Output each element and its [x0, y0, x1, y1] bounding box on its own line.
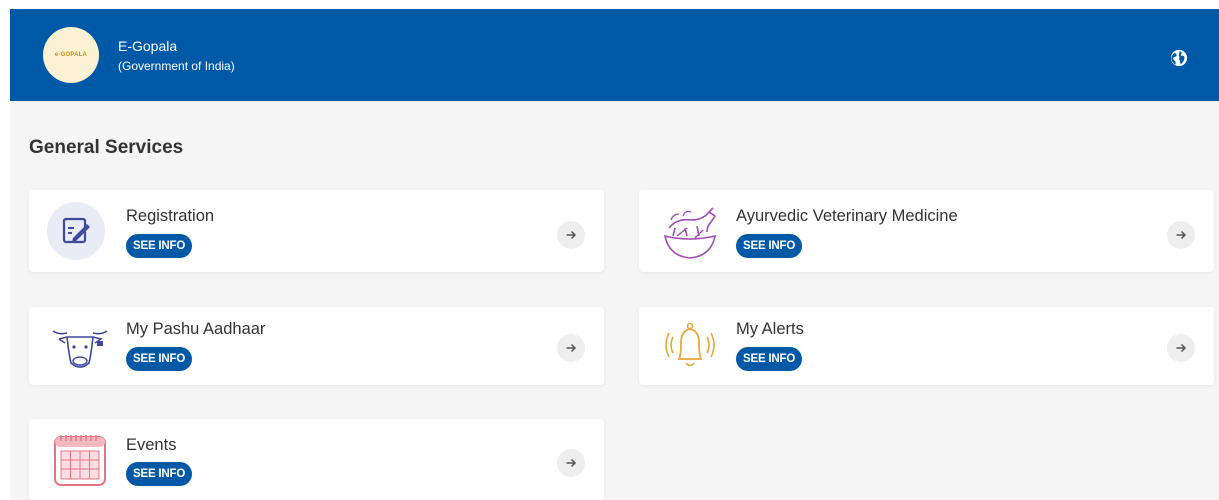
e-gopala-logo[interactable]: e-GOPALA — [43, 27, 99, 83]
see-info-button[interactable]: SEE INFO — [126, 234, 193, 258]
arrow-right-icon — [1176, 230, 1187, 240]
arrow-right-icon — [1176, 343, 1187, 353]
card-title-my-pashu-aadhaar: My Pashu Aadhaar — [126, 320, 266, 338]
calendar-icon — [54, 435, 106, 486]
card-ayurvedic-veterinary-medicine[interactable]: Ayurvedic Veterinary Medicine SEE INFO — [639, 190, 1214, 272]
arrow-button[interactable] — [1167, 221, 1195, 249]
app-root: e-GOPALA E-Gopala (Government of India) … — [10, 9, 1219, 500]
logo-text: e-GOPALA — [54, 52, 88, 58]
arrow-right-icon — [566, 343, 577, 353]
globe-icon[interactable] — [1170, 49, 1188, 67]
bell-icon — [665, 322, 715, 367]
arrow-button[interactable] — [1167, 334, 1195, 362]
app-header: e-GOPALA E-Gopala (Government of India) — [10, 9, 1219, 101]
card-events[interactable]: Events SEE INFO — [29, 419, 604, 500]
see-info-button[interactable]: SEE INFO — [126, 462, 193, 486]
card-my-pashu-aadhaar[interactable]: My Pashu Aadhaar SEE INFO — [29, 307, 604, 385]
card-title-ayurvedic: Ayurvedic Veterinary Medicine — [736, 207, 958, 225]
section-title: General Services — [29, 137, 184, 158]
app-title: E-Gopala — [118, 38, 178, 54]
arrow-right-icon — [566, 458, 577, 468]
card-title-registration: Registration — [126, 207, 215, 225]
see-info-button[interactable]: SEE INFO — [126, 347, 193, 371]
arrow-button[interactable] — [557, 334, 585, 362]
card-title-events: Events — [126, 436, 177, 454]
app-subtitle: (Government of India) — [118, 59, 235, 73]
cow-bowl-icon — [663, 207, 717, 259]
arrow-button[interactable] — [557, 449, 585, 477]
card-my-alerts[interactable]: My Alerts SEE INFO — [639, 307, 1214, 385]
see-info-button[interactable]: SEE INFO — [736, 234, 803, 258]
cow-face-icon — [52, 330, 108, 368]
arrow-right-icon — [566, 230, 577, 240]
see-info-button[interactable]: SEE INFO — [736, 347, 803, 371]
card-registration[interactable]: Registration SEE INFO — [29, 190, 604, 272]
registration-icon — [47, 202, 105, 260]
arrow-button[interactable] — [557, 221, 585, 249]
card-title-my-alerts: My Alerts — [736, 320, 804, 338]
